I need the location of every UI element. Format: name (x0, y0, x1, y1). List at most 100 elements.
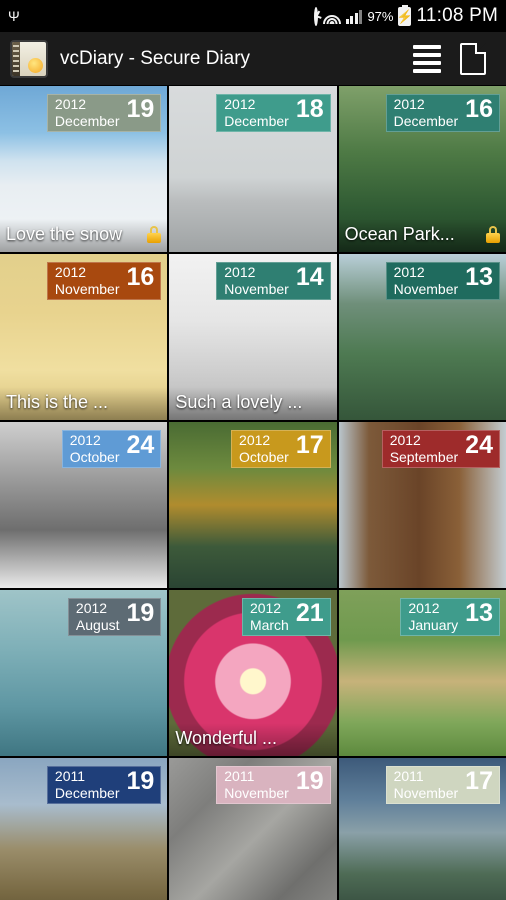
entry-year: 2012 (54, 264, 87, 280)
entry-month: November (393, 281, 459, 297)
entry-date-badge: 2012 January 13 (400, 598, 500, 636)
entry-day: 17 (465, 767, 493, 795)
entry-day: 19 (126, 599, 155, 627)
entry-day: 19 (126, 95, 155, 123)
entry-day: 19 (295, 767, 324, 795)
diary-entry-cell[interactable]: 2011 December 19 (0, 758, 168, 900)
usb-icon: Ψ (8, 8, 20, 24)
entry-caption: Love the snow (0, 219, 168, 252)
status-bar: Ψ 97% ⚡ 11:08 PM (0, 0, 506, 32)
entry-day: 13 (465, 599, 493, 627)
entry-date-badge: 2011 November 19 (216, 766, 331, 804)
diary-entry-cell[interactable]: 2012 November 14 Such a lovely ... (169, 254, 337, 420)
new-page-icon (460, 42, 486, 75)
entry-year: 2012 (54, 96, 87, 112)
entry-year: 2011 (393, 768, 424, 784)
entry-date-badge: 2011 December 19 (46, 766, 162, 804)
entry-month: December (224, 113, 289, 129)
diary-entry-cell[interactable]: 2012 October 24 (0, 422, 168, 588)
diary-entry-cell[interactable]: 2012 December 18 (169, 86, 337, 252)
alarm-clock-icon (313, 6, 318, 26)
entry-year: 2012 (239, 432, 271, 448)
entry-day: 14 (295, 263, 324, 291)
entry-date-badge: 2012 November 16 (46, 262, 162, 300)
entry-date-badge: 2012 December 19 (46, 94, 162, 132)
list-view-button[interactable] (404, 37, 450, 81)
entry-day: 24 (126, 431, 155, 459)
entry-caption-text: Such a lovely ... (175, 392, 303, 412)
entry-caption-text: Ocean Park... (344, 224, 455, 244)
entry-date-badge: 2012 November 14 (216, 262, 331, 300)
battery-percent: 97% (367, 8, 394, 24)
entry-caption-text: Love the snow (6, 224, 123, 244)
diary-app-icon (10, 39, 48, 78)
entry-year: 2012 (75, 600, 108, 616)
entry-year: 2011 (54, 768, 86, 784)
diary-entry-cell[interactable]: 2012 March 21 Wonderful ... (169, 590, 337, 756)
diary-entry-cell[interactable]: 2012 December 16 Ocean Park... (338, 86, 506, 252)
entry-date-badge: 2012 December 16 (385, 94, 500, 132)
list-view-icon (413, 44, 441, 73)
entry-day: 17 (295, 431, 324, 459)
cellular-signal-icon (345, 8, 363, 24)
entry-date-badge: 2012 November 13 (385, 262, 500, 300)
entry-month: November (224, 785, 289, 801)
diary-entry-cell[interactable]: 2011 November 19 (169, 758, 337, 900)
entry-date-badge: 2012 October 24 (61, 430, 162, 468)
entry-year: 2012 (224, 264, 256, 280)
battery-charging-icon: ⚡ (396, 6, 414, 26)
entry-caption: Ocean Park... (338, 219, 506, 252)
new-entry-button[interactable] (450, 37, 496, 81)
entry-year: 2012 (393, 264, 425, 280)
entry-caption-text: This is the ... (6, 392, 109, 412)
lock-icon (147, 226, 162, 243)
entry-day: 21 (295, 599, 324, 627)
diary-entry-cell[interactable]: 2012 October 17 (169, 422, 337, 588)
entry-day: 19 (126, 767, 155, 795)
diary-entry-cell[interactable]: 2012 November 13 (338, 254, 506, 420)
entry-day: 18 (295, 95, 324, 123)
entry-month: October (69, 449, 120, 465)
entry-year: 2012 (389, 432, 421, 448)
diary-entry-cell[interactable]: 2012 August 19 (0, 590, 168, 756)
lock-icon (485, 226, 500, 243)
entry-caption: This is the ... (0, 387, 168, 420)
wifi-icon (322, 9, 341, 24)
entry-day: 13 (465, 263, 493, 291)
entry-month: October (239, 449, 289, 465)
entry-month: November (393, 785, 459, 801)
entry-year: 2012 (249, 600, 282, 616)
entries-grid: 2012 December 19 Love the snow 2012 December 1… (0, 86, 506, 900)
entry-day: 24 (465, 431, 493, 459)
diary-entry-cell[interactable]: 2012 January 13 (338, 590, 506, 756)
diary-entry-cell[interactable]: 2012 December 19 Love the snow (0, 86, 168, 252)
entry-caption: Such a lovely ... (169, 387, 337, 420)
entry-month: August (75, 617, 120, 633)
entry-day: 16 (126, 263, 155, 291)
entry-year: 2012 (69, 432, 101, 448)
entry-caption-text: Wonderful ... (175, 728, 278, 748)
diary-entry-cell[interactable]: 2012 November 16 This is the ... (0, 254, 168, 420)
entry-caption: Wonderful ... (169, 723, 337, 756)
entry-date-badge: 2012 December 18 (216, 94, 331, 132)
entry-year: 2012 (393, 96, 425, 112)
entry-year: 2011 (224, 768, 255, 784)
diary-entry-cell[interactable]: 2012 September 24 (338, 422, 506, 588)
entry-month: December (54, 113, 120, 129)
entry-month: March (249, 617, 289, 633)
page-title: vcDiary - Secure Diary (60, 47, 251, 69)
entry-date-badge: 2012 March 21 (241, 598, 331, 636)
entry-month: November (54, 281, 120, 297)
entry-month: November (224, 281, 289, 297)
entry-year: 2012 (408, 600, 440, 616)
entry-month: December (54, 785, 120, 801)
entry-month: December (393, 113, 459, 129)
entry-year: 2012 (224, 96, 256, 112)
entry-month: January (408, 617, 459, 633)
entry-month: September (389, 449, 459, 465)
diary-entry-cell[interactable]: 2011 November 17 (338, 758, 506, 900)
action-bar: vcDiary - Secure Diary (0, 32, 506, 86)
entry-day: 16 (465, 95, 493, 123)
entry-date-badge: 2012 September 24 (381, 430, 500, 468)
entry-date-badge: 2012 August 19 (67, 598, 162, 636)
